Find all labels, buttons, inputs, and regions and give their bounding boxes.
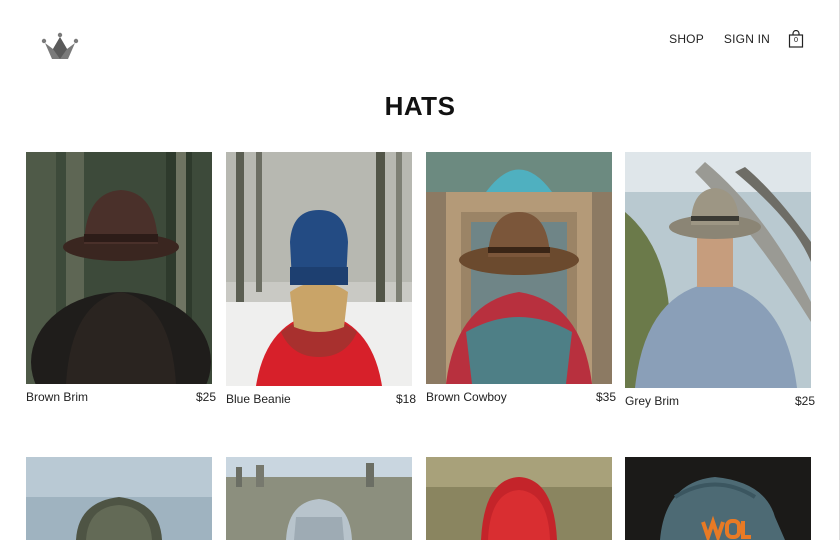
product-card[interactable]: Brown Brim $25 — [26, 152, 216, 412]
product-price: $18 — [395, 392, 416, 406]
product-image[interactable] — [26, 457, 212, 540]
product-grid: Brown Brim $25 Blue Beanie $18 Brown Cow… — [0, 0, 840, 540]
product-info: Brown Cowboy $35 — [426, 390, 616, 404]
product-card[interactable]: Brown Cowboy $35 — [426, 152, 616, 412]
product-card[interactable] — [226, 457, 412, 540]
product-name: Grey Brim — [625, 394, 679, 408]
product-card[interactable] — [625, 457, 811, 540]
product-info: Grey Brim $25 — [625, 394, 815, 408]
product-name: Brown Brim — [26, 390, 89, 404]
product-image[interactable] — [426, 152, 612, 384]
product-info: Brown Brim $25 — [26, 390, 216, 404]
product-image[interactable] — [426, 457, 612, 540]
product-image[interactable] — [226, 457, 412, 540]
product-price: $25 — [195, 390, 216, 404]
product-price: $35 — [595, 390, 616, 404]
product-image[interactable] — [625, 457, 811, 540]
product-info: Blue Beanie $18 — [226, 392, 416, 406]
product-card[interactable] — [26, 457, 212, 540]
product-name: Brown Cowboy — [426, 390, 507, 404]
product-card[interactable]: Blue Beanie $18 — [226, 152, 416, 412]
product-card[interactable]: Grey Brim $25 — [625, 152, 815, 412]
product-price: $25 — [794, 394, 815, 408]
product-card[interactable] — [426, 457, 612, 540]
product-image[interactable] — [26, 152, 212, 384]
product-name: Blue Beanie — [226, 392, 291, 406]
product-image[interactable] — [625, 152, 811, 388]
product-image[interactable] — [226, 152, 412, 386]
